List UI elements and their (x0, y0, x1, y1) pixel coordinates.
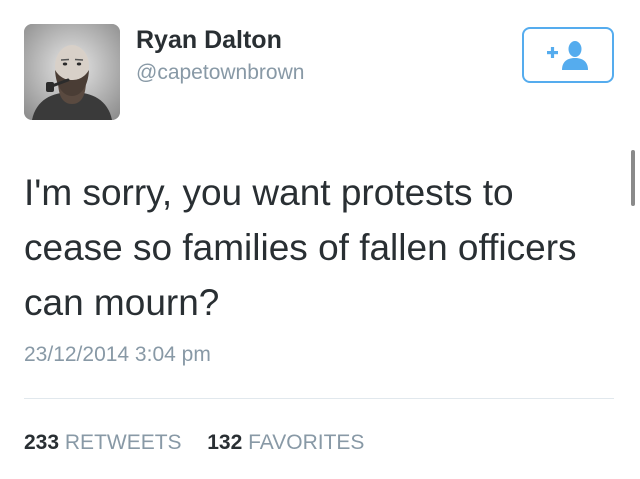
user-avatar-photo (24, 24, 120, 120)
tweet-text-line: I'm sorry, you want protests to (24, 172, 514, 213)
favorites-label: FAVORITES (248, 431, 365, 454)
tweet-timestamp: 23/12/2014 3:04 pm (24, 343, 211, 366)
retweets-label: RETWEETS (64, 431, 182, 454)
retweets-stat[interactable]: 233 RETWEETS (24, 431, 187, 454)
avatar[interactable] (24, 24, 120, 120)
favorites-stat[interactable]: 132 FAVORITES (207, 431, 364, 454)
tweet-text: I'm sorry, you want protests to cease so… (24, 165, 614, 330)
display-name[interactable]: Ryan Dalton (136, 26, 282, 55)
retweets-count: 233 (24, 431, 60, 454)
scrollbar[interactable] (631, 150, 635, 206)
add-user-icon (547, 41, 588, 70)
follow-button[interactable] (522, 27, 614, 83)
tweet-stats: 233 RETWEETS 132 FAVORITES (24, 431, 364, 455)
favorites-count: 132 (207, 431, 243, 454)
user-handle[interactable]: @capetownbrown (136, 61, 304, 85)
tweet-text-line: cease so families of fallen officers (24, 227, 577, 268)
tweet-text-line: can mourn? (24, 282, 220, 323)
divider (24, 398, 614, 399)
tweet-detail-view: Ryan Dalton @capetownbrown I'm sorry, yo… (0, 0, 640, 479)
